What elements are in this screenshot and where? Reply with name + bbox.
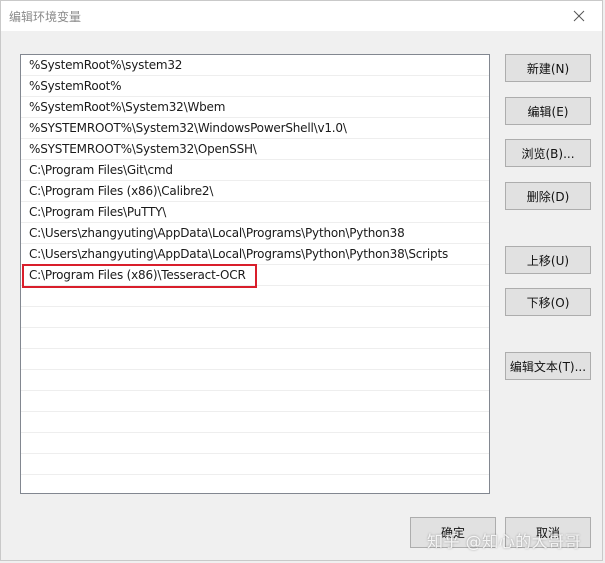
list-item-label: C:\Program Files (x86)\Tesseract-OCR [29,268,246,282]
list-item-label: %SYSTEMROOT%\System32\WindowsPowerShell\… [29,121,347,135]
list-item[interactable]: C:\Users\zhangyuting\AppData\Local\Progr… [21,244,489,265]
list-item-label: %SystemRoot%\System32\Wbem [29,100,226,114]
list-item[interactable]: %SystemRoot%\System32\Wbem [21,97,489,118]
new-button[interactable]: 新建(N) [505,54,591,82]
list-item[interactable]: %SYSTEMROOT%\System32\OpenSSH\ [21,139,489,160]
move-up-button[interactable]: 上移(U) [505,246,591,274]
list-item[interactable]: C:\Program Files\Git\cmd [21,160,489,181]
delete-button[interactable]: 删除(D) [505,182,591,210]
list-item-label: %SystemRoot%\system32 [29,58,183,72]
list-item-label: %SystemRoot% [29,79,122,93]
edit-env-variable-dialog: 编辑环境变量 %SystemRoot%\system32 %SystemRoot… [0,0,603,561]
list-item[interactable]: C:\Program Files (x86)\Tesseract-OCR [21,265,489,286]
ok-button[interactable]: 确定 [410,517,496,548]
list-item-label: C:\Program Files\Git\cmd [29,163,173,177]
list-item[interactable]: C:\Program Files (x86)\Calibre2\ [21,181,489,202]
dialog-title: 编辑环境变量 [9,10,82,24]
list-item[interactable]: %SystemRoot% [21,76,489,97]
empty-row [21,370,489,391]
title-bar: 编辑环境变量 [1,1,602,31]
list-item-label: %SYSTEMROOT%\System32\OpenSSH\ [29,142,257,156]
empty-row [21,454,489,475]
empty-row [21,328,489,349]
empty-row [21,475,489,493]
edit-button[interactable]: 编辑(E) [505,97,591,125]
list-item[interactable]: %SYSTEMROOT%\System32\WindowsPowerShell\… [21,118,489,139]
close-button[interactable] [556,1,602,31]
list-item[interactable]: C:\Program Files\PuTTY\ [21,202,489,223]
edit-text-button[interactable]: 编辑文本(T)... [505,352,591,380]
empty-row [21,433,489,454]
list-item-label: C:\Program Files (x86)\Calibre2\ [29,184,214,198]
list-item-label: C:\Program Files\PuTTY\ [29,205,167,219]
cancel-button[interactable]: 取消 [505,517,591,548]
empty-row [21,412,489,433]
move-down-button[interactable]: 下移(O) [505,288,591,316]
empty-row [21,349,489,370]
list-item[interactable]: C:\Users\zhangyuting\AppData\Local\Progr… [21,223,489,244]
browse-button[interactable]: 浏览(B)... [505,139,591,167]
list-item-label: C:\Users\zhangyuting\AppData\Local\Progr… [29,226,405,240]
path-listbox[interactable]: %SystemRoot%\system32 %SystemRoot% %Syst… [20,54,490,494]
empty-row [21,286,489,307]
empty-row [21,391,489,412]
close-icon [573,10,585,22]
list-item[interactable]: %SystemRoot%\system32 [21,55,489,76]
empty-row [21,307,489,328]
list-item-label: C:\Users\zhangyuting\AppData\Local\Progr… [29,247,449,261]
